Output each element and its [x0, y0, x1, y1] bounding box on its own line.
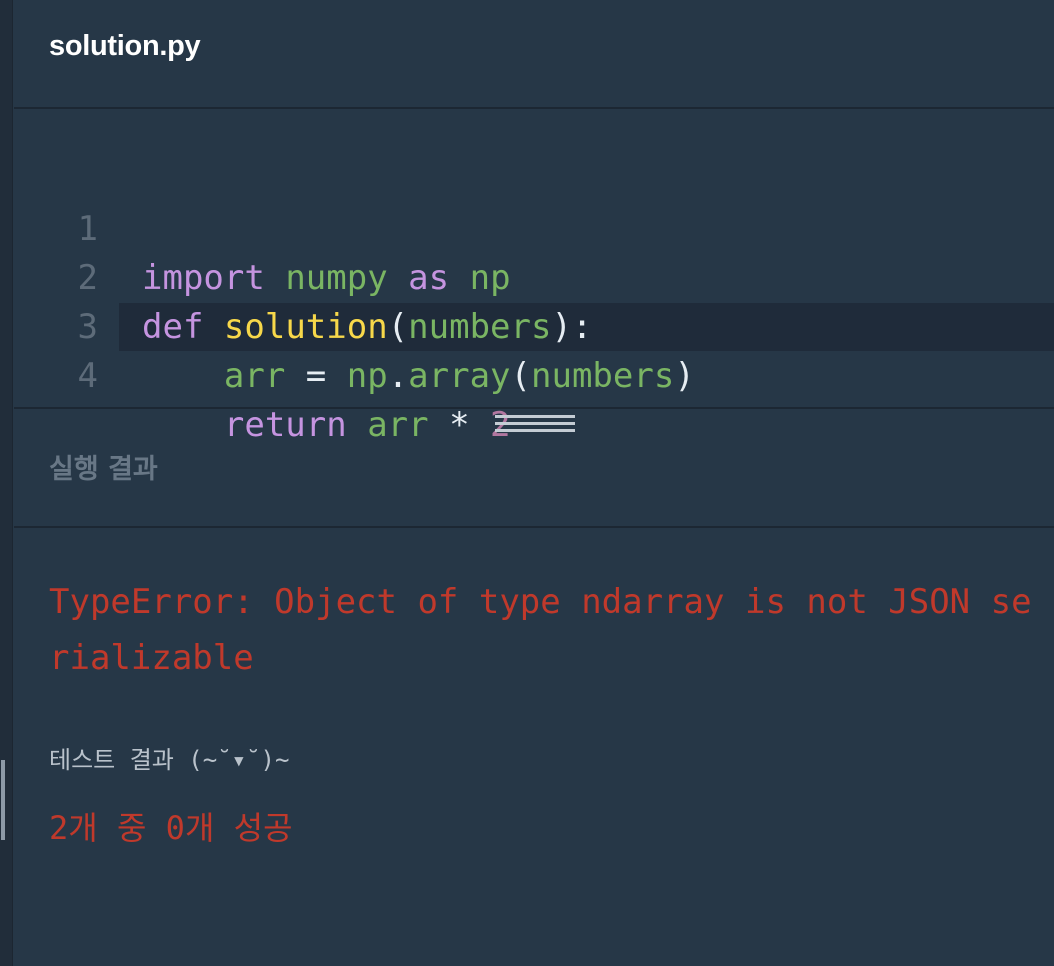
code-line-4[interactable]: 4 return arr * 2 — [14, 303, 1054, 445]
test-result-label: 테스트 결과 (~˘▾˘)~ — [49, 746, 290, 774]
code-editor[interactable]: 1 import numpy as np 2 def solution(numb… — [14, 109, 1054, 445]
output-panel: TypeError: Object of type ndarray is not… — [14, 528, 1054, 966]
code-text[interactable]: arr = np.array(numbers) — [142, 352, 695, 401]
file-header: solution.py — [14, 0, 1054, 109]
result-title: 실행 결과 — [49, 454, 158, 485]
code-line-3[interactable]: 3 arr = np.array(numbers) — [14, 254, 1054, 396]
line-number: 4 — [77, 356, 98, 396]
left-resize-handle[interactable] — [1, 760, 5, 840]
result-header: 실행 결과 — [14, 409, 1054, 528]
code-line-2[interactable]: 2 def solution(numbers): — [14, 205, 1054, 347]
test-result-summary: 2개 중 0개 성공 — [49, 809, 293, 847]
error-message: TypeError: Object of type ndarray is not… — [49, 582, 1032, 678]
file-tab-title[interactable]: solution.py — [49, 30, 201, 63]
code-line-1[interactable]: 1 import numpy as np — [14, 156, 1054, 298]
